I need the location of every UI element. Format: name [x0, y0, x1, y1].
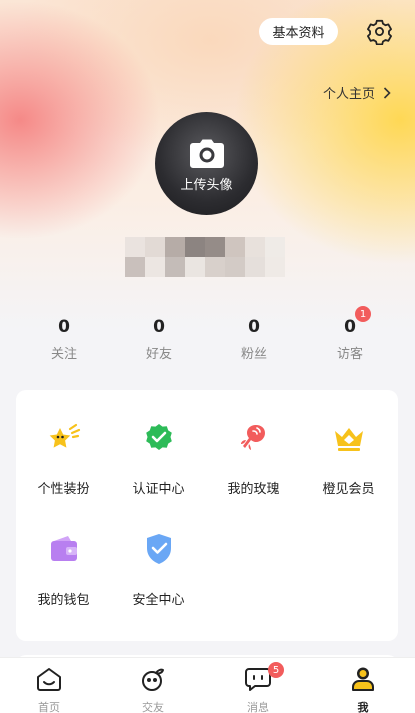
personal-homepage-label: 个人主页	[322, 87, 375, 102]
tab-home-label: 首页	[38, 701, 60, 713]
stat-visitors-value: 0	[344, 317, 356, 337]
feature-verification[interactable]: 认证中心	[111, 420, 206, 497]
gear-icon[interactable]	[366, 18, 393, 46]
stat-friends-value: 0	[153, 317, 165, 337]
peach-icon	[142, 668, 164, 691]
shield-check-icon	[146, 534, 171, 564]
tab-me-label: 我	[357, 701, 369, 713]
feature-wallet[interactable]: 我的钱包	[16, 531, 111, 608]
messages-badge: 5	[268, 662, 284, 678]
tab-me[interactable]: 我	[333, 666, 393, 713]
feature-security[interactable]: 安全中心	[111, 531, 206, 608]
feature-verification-label: 认证中心	[132, 482, 185, 497]
stat-friends[interactable]: 0 好友	[114, 317, 204, 362]
basic-info-button[interactable]: 基本资料	[259, 18, 338, 45]
verified-badge-icon	[145, 424, 172, 450]
feature-my-roses[interactable]: 我的玫瑰	[206, 420, 301, 497]
rose-icon	[240, 425, 265, 450]
person-icon	[352, 667, 374, 691]
feature-membership-label: 橙见会员	[322, 482, 375, 497]
visitors-badge: 1	[355, 306, 371, 322]
tab-friends-label: 交友	[142, 701, 164, 713]
stat-friends-label: 好友	[145, 347, 172, 362]
stat-following-label: 关注	[50, 347, 77, 362]
stat-fans-label: 粉丝	[240, 347, 267, 362]
tab-messages[interactable]: 消息 5	[228, 662, 288, 713]
wallet-icon	[50, 536, 77, 561]
camera-icon	[190, 139, 224, 168]
home-icon	[37, 668, 61, 691]
chevron-right-icon	[383, 86, 391, 99]
bottom-tab-bar: 首页 交友 消息 5 我	[0, 657, 415, 713]
stat-fans-value: 0	[248, 317, 260, 337]
feature-security-label: 安全中心	[132, 593, 185, 608]
features-card: 个性装扮 认证中心 我的玫瑰 橙见会员 我的钱包 安全中心	[16, 390, 398, 641]
nickname-placeholder	[125, 237, 290, 277]
stats-row: 0 关注 0 好友 0 粉丝 0 访客 1	[0, 306, 415, 367]
stat-visitors-label: 访客	[336, 347, 363, 362]
personal-homepage-link[interactable]: 个人主页	[323, 83, 391, 102]
upload-avatar-label: 上传头像	[180, 178, 233, 193]
feature-my-roses-label: 我的玫瑰	[227, 482, 280, 497]
feature-wallet-label: 我的钱包	[37, 593, 90, 608]
feature-membership[interactable]: 橙见会员	[301, 420, 396, 497]
tab-home[interactable]: 首页	[19, 666, 79, 713]
feature-dress-up[interactable]: 个性装扮	[16, 420, 111, 497]
stat-following-value: 0	[58, 317, 70, 337]
stat-visitors[interactable]: 0 访客 1	[305, 306, 395, 362]
crown-icon	[334, 428, 363, 451]
stat-fans[interactable]: 0 粉丝	[209, 317, 299, 362]
feature-dress-up-label: 个性装扮	[37, 482, 90, 497]
tab-friends[interactable]: 交友	[123, 666, 183, 713]
avatar-upload[interactable]: 上传头像	[155, 112, 258, 215]
stat-following[interactable]: 0 关注	[19, 317, 109, 362]
tab-messages-label: 消息	[247, 701, 269, 713]
sparkle-star-icon	[49, 423, 80, 448]
